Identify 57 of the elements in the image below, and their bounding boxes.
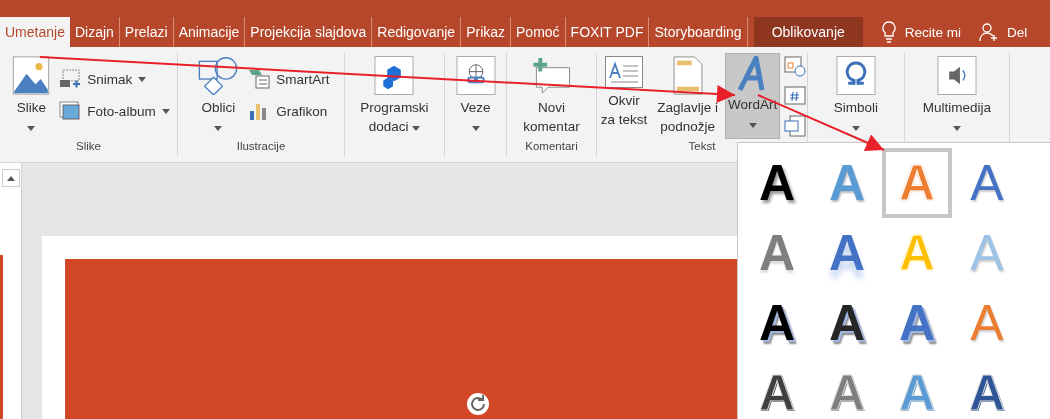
wordart-style[interactable]: A	[812, 288, 882, 358]
rotate-handle-icon[interactable]	[466, 392, 490, 416]
ribbon-button[interactable]: Novi komentar	[520, 53, 583, 139]
wordart-style[interactable]: A	[952, 148, 1022, 218]
person-plus-icon	[979, 22, 1000, 42]
ribbon-button[interactable]: WordArt	[725, 53, 781, 139]
comment-plus-icon	[531, 56, 572, 95]
speaker-icon	[937, 56, 977, 95]
group-label: Slike	[76, 140, 101, 152]
wordart-style[interactable]: A	[882, 288, 952, 358]
share-button[interactable]: Del	[979, 17, 1028, 47]
wordart-style[interactable]: A	[812, 218, 882, 288]
ribbon-button[interactable]: Foto-album	[59, 99, 170, 123]
ribbon-tab[interactable]: Umetanje	[0, 17, 70, 47]
smartart-icon	[248, 69, 271, 89]
photo-album-icon	[59, 101, 82, 121]
wordart-style[interactable]: A	[742, 218, 812, 288]
object-icon	[784, 115, 807, 137]
wordart-style[interactable]: A	[742, 288, 812, 358]
omega-icon	[836, 56, 876, 95]
wordart-style[interactable]: A	[742, 358, 812, 419]
wordart-style[interactable]: A	[812, 148, 882, 218]
ribbon-icon-button[interactable]	[784, 55, 807, 77]
ribbon-icon-button[interactable]	[784, 85, 807, 107]
ribbon-button[interactable]: Oblici	[192, 53, 245, 139]
ribbon-button[interactable]: Multimedija	[919, 53, 995, 139]
ribbon-button[interactable]: Zaglavlje i podnožje	[654, 53, 721, 139]
tell-me-button[interactable]: Recite mi	[880, 17, 962, 47]
header-footer-icon	[671, 56, 704, 95]
scroll-up-button[interactable]	[1, 169, 20, 187]
ribbon-tab[interactable]: Oblikovanje	[753, 17, 863, 47]
link-icon	[455, 56, 496, 95]
group-label: Ilustracije	[236, 140, 286, 152]
slide-number-icon	[784, 86, 807, 106]
wordart-style[interactable]: A	[812, 358, 882, 419]
group-label: Komentari	[525, 140, 578, 152]
up-arrow-icon	[6, 175, 15, 181]
group-label: Tekst	[688, 140, 716, 152]
wordart-style[interactable]: A	[742, 148, 812, 218]
wordart-style[interactable]: A	[882, 148, 952, 218]
ribbon-button[interactable]: Veze	[452, 53, 499, 139]
ribbon-icon-button[interactable]	[784, 115, 807, 137]
ribbon-button[interactable]: Grafikon	[248, 99, 330, 123]
wordart-style[interactable]: A	[952, 358, 1022, 419]
text-box-icon	[604, 56, 643, 88]
wordart-style[interactable]: A	[952, 288, 1022, 358]
ribbon-button[interactable]: Programski dodaci	[357, 53, 432, 139]
add-ins-icon	[374, 56, 415, 95]
ribbon-button[interactable]: SmartArt	[248, 67, 330, 91]
ribbon-button[interactable]: Simboli	[830, 53, 882, 139]
ribbon-button[interactable]: Slike	[7, 53, 56, 139]
wordart-style[interactable]: A	[882, 358, 952, 419]
lightbulb-icon	[880, 21, 897, 43]
calendar-clock-icon	[784, 55, 807, 77]
screenshot-icon	[59, 69, 82, 89]
ribbon-button[interactable]: Okvir za tekst	[597, 53, 651, 139]
ribbon-button[interactable]: Snimak	[59, 67, 170, 91]
